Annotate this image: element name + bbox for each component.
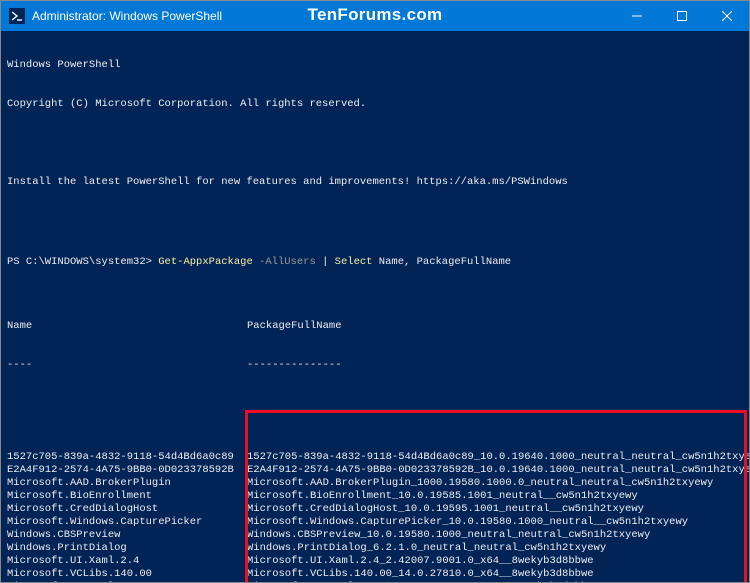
cmdlet: Get-AppxPackage <box>158 256 253 268</box>
package-full-name: Microsoft.CredDialogHost_10.0.19595.1001… <box>247 503 644 516</box>
table-row: Windows.PrintDialogWindows.PrintDialog_6… <box>7 542 743 555</box>
prompt-path: PS C:\WINDOWS\system32> <box>7 256 158 268</box>
package-full-name: Microsoft.UI.Xaml.2.3_2.32002.13001.0_x6… <box>247 581 600 582</box>
column-headers: NamePackageFullName <box>7 320 743 333</box>
package-name: Microsoft.UI.Xaml.2.4 <box>7 555 247 568</box>
package-name: Microsoft.Windows.CapturePicker <box>7 516 247 529</box>
table-row: Microsoft.Windows.CapturePickerMicrosoft… <box>7 516 743 529</box>
table-row: Microsoft.BioEnrollmentMicrosoft.BioEnro… <box>7 490 743 503</box>
pipe: | <box>322 256 335 268</box>
cmdlet: Select <box>335 256 373 268</box>
package-full-name: E2A4F912-2574-4A75-9BB0-0D023378592B_10.… <box>247 464 749 477</box>
terminal-area[interactable]: Windows PowerShell Copyright (C) Microso… <box>1 31 749 582</box>
table-row: 1527c705-839a-4832-9118-54d4Bd6a0c891527… <box>7 451 743 464</box>
banner-line: Copyright (C) Microsoft Corporation. All… <box>7 98 743 111</box>
package-full-name: Microsoft.AAD.BrokerPlugin_1000.19580.10… <box>247 477 713 490</box>
package-name: Microsoft.VCLibs.140.00 <box>7 568 247 581</box>
package-name: Windows.PrintDialog <box>7 542 247 555</box>
table-row: Microsoft.UI.Xaml.2.3Microsoft.UI.Xaml.2… <box>7 581 743 582</box>
close-button[interactable] <box>704 1 749 31</box>
output-rows: 1527c705-839a-4832-9118-54d4Bd6a0c891527… <box>7 412 743 582</box>
package-full-name: Microsoft.BioEnrollment_10.0.19585.1001_… <box>247 490 638 503</box>
command-line: PS C:\WINDOWS\system32> Get-AppxPackage … <box>7 256 743 269</box>
package-name: Microsoft.UI.Xaml.2.3 <box>7 581 247 582</box>
table-row: Microsoft.CredDialogHostMicrosoft.CredDi… <box>7 503 743 516</box>
cmd-args: Name, PackageFullName <box>372 256 511 268</box>
table-row: Microsoft.UI.Xaml.2.4Microsoft.UI.Xaml.2… <box>7 555 743 568</box>
package-full-name: Microsoft.UI.Xaml.2.4_2.42007.9001.0_x64… <box>247 555 594 568</box>
window-title: Administrator: Windows PowerShell <box>32 9 222 23</box>
package-full-name: Windows.PrintDialog_6.2.1.0_neutral_neut… <box>247 542 606 555</box>
table-row: E2A4F912-2574-4A75-9BB0-0D023378592BE2A4… <box>7 464 743 477</box>
col-name-header: Name <box>7 320 247 333</box>
package-name: Microsoft.BioEnrollment <box>7 490 247 503</box>
package-name: Windows.CBSPreview <box>7 529 247 542</box>
package-full-name: Microsoft.VCLibs.140.00_14.0.27810.0_x64… <box>247 568 594 581</box>
table-row: Microsoft.VCLibs.140.00Microsoft.VCLibs.… <box>7 568 743 581</box>
package-name: 1527c705-839a-4832-9118-54d4Bd6a0c89 <box>7 451 247 464</box>
maximize-button[interactable] <box>659 1 704 31</box>
minimize-button[interactable] <box>614 1 659 31</box>
table-row: Microsoft.AAD.BrokerPluginMicrosoft.AAD.… <box>7 477 743 490</box>
package-full-name: 1527c705-839a-4832-9118-54d4Bd6a0c89_10.… <box>247 451 749 464</box>
powershell-icon <box>9 8 25 24</box>
window-titlebar: Administrator: Windows PowerShell <box>1 1 749 31</box>
cmd-flag: -AllUsers <box>253 256 322 268</box>
table-row: Windows.CBSPreviewWindows.CBSPreview_10.… <box>7 529 743 542</box>
package-name: Microsoft.CredDialogHost <box>7 503 247 516</box>
banner-line: Install the latest PowerShell for new fe… <box>7 176 743 189</box>
banner-line: Windows PowerShell <box>7 59 743 72</box>
package-name: E2A4F912-2574-4A75-9BB0-0D023378592B <box>7 464 247 477</box>
package-name: Microsoft.AAD.BrokerPlugin <box>7 477 247 490</box>
package-full-name: Microsoft.Windows.CapturePicker_10.0.195… <box>247 516 688 529</box>
col-full-header: PackageFullName <box>247 320 342 333</box>
column-underline: ------------------- <box>7 359 743 372</box>
package-full-name: Windows.CBSPreview_10.0.19580.1000_neutr… <box>247 529 650 542</box>
